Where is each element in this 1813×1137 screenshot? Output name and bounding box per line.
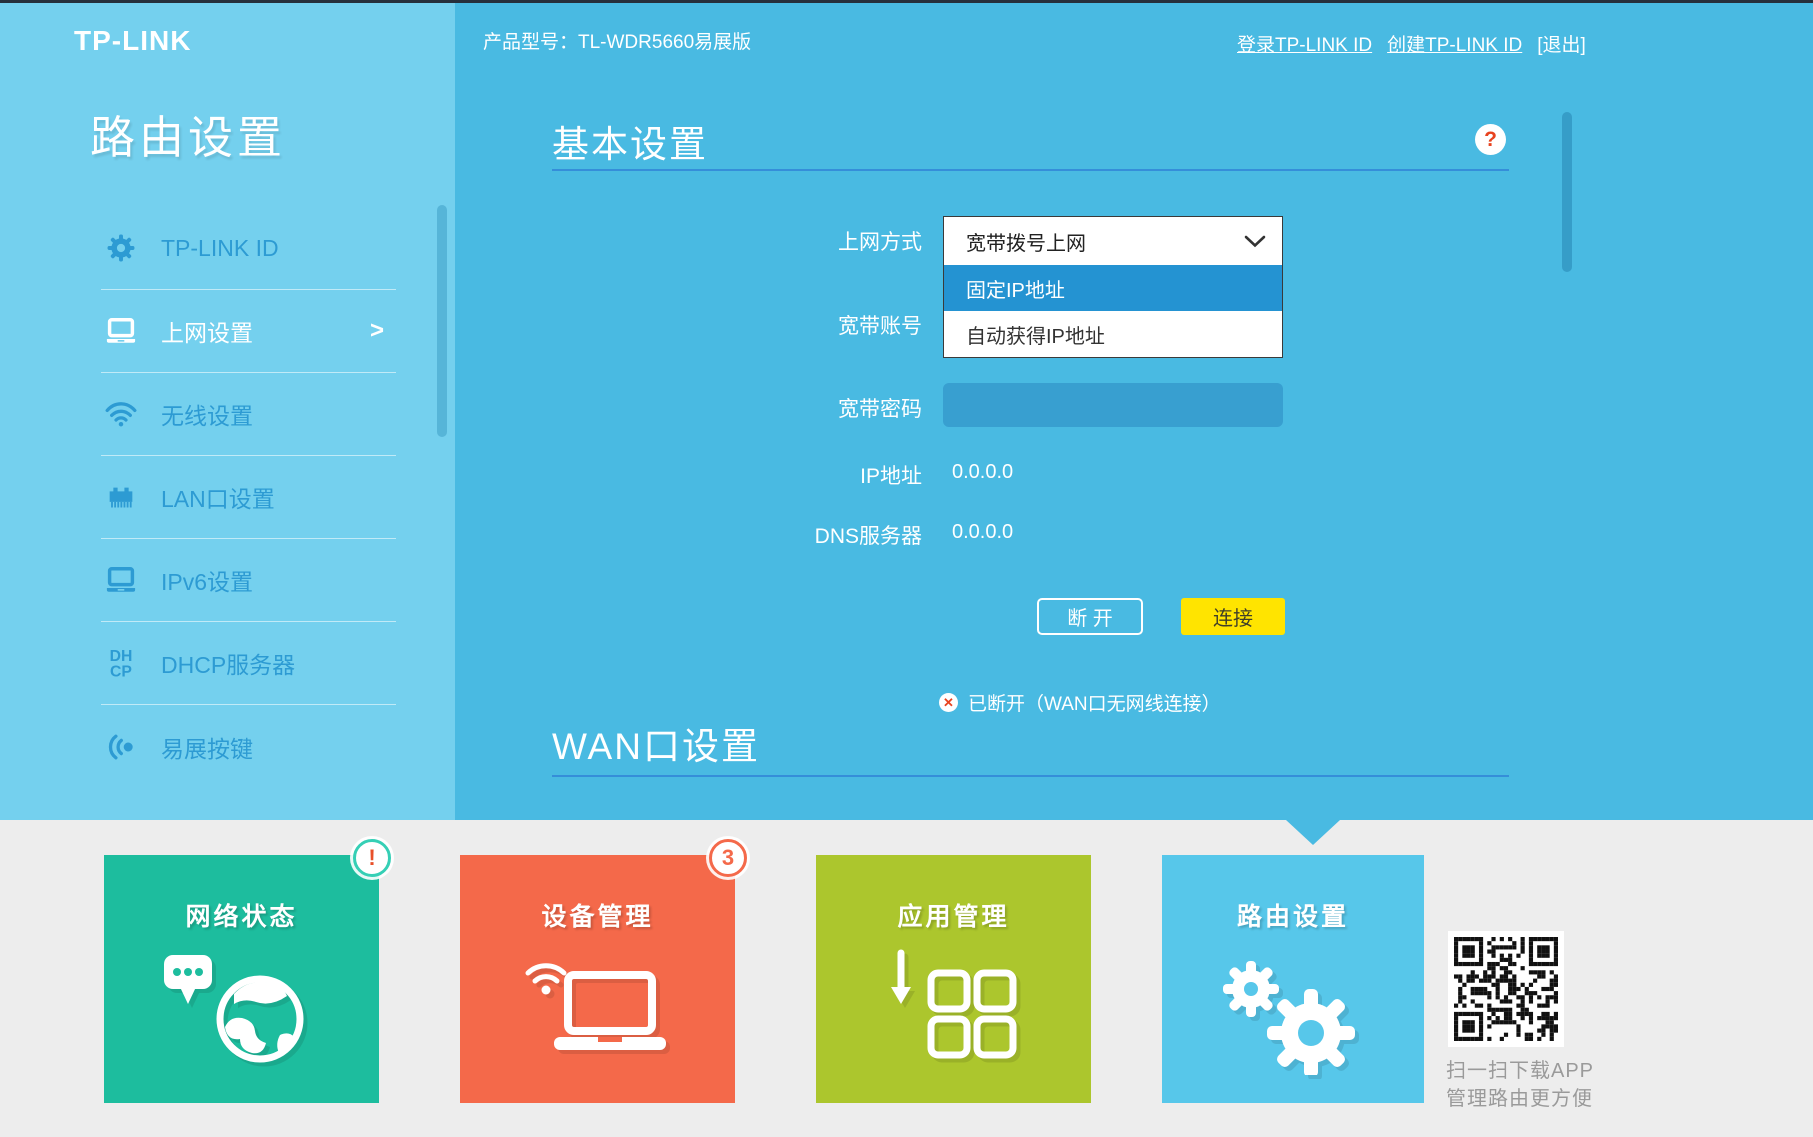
wan-settings-title: WAN口设置 [552, 726, 760, 767]
nav-tile-device-management[interactable]: 3 设备管理 [460, 839, 747, 1103]
internet-mode-dropdown: 固定IP地址 自动获得IP地址 [943, 265, 1283, 358]
dropdown-option-static-ip[interactable]: 固定IP地址 [944, 265, 1282, 311]
sidebar-item-label: 上网设置 [161, 320, 253, 346]
svg-text:CP: CP [110, 664, 132, 681]
qr-caption-line2: 管理路由更方便 [1446, 1088, 1593, 1110]
laptop-wifi-icon [460, 947, 735, 1065]
tile-label: 应用管理 [897, 903, 1010, 931]
section-divider [552, 775, 1509, 777]
laptop-icon [101, 560, 141, 600]
internet-mode-label: 上网方式 [838, 231, 922, 254]
sidebar-item-mesh-button[interactable]: 易展按键 [101, 705, 396, 788]
laptop-icon [101, 311, 141, 351]
main-scrollbar[interactable] [1562, 112, 1572, 272]
sidebar-item-label: LAN口设置 [161, 486, 275, 512]
sidebar-item-label: DHCP服务器 [161, 652, 296, 678]
gear-icon [101, 228, 141, 268]
ip-address-value: 0.0.0.0 [952, 461, 1014, 483]
tile-label: 设备管理 [541, 903, 654, 931]
dhcp-icon: DH CP [101, 643, 141, 683]
sidebar-item-lan-settings[interactable]: LAN口设置 [101, 456, 396, 539]
sidebar-title: 路由设置 [90, 112, 287, 163]
nav-tile-app-management[interactable]: 应用管理 [816, 855, 1091, 1103]
account-links: 登录TP-LINK ID 创建TP-LINK ID [退出] [1237, 30, 1586, 57]
nav-tile-router-settings[interactable]: 路由设置 [1162, 855, 1424, 1103]
sidebar-item-ipv6-settings[interactable]: IPv6设置 [101, 539, 396, 622]
sidebar-item-label: TP-LINK ID [161, 234, 279, 261]
connect-button[interactable]: 连接 [1181, 598, 1285, 635]
router-admin-page: TP-LINK 路由设置 TP-LINK ID 上网设置 > 无线设置 LAN口… [0, 0, 1813, 1137]
disconnect-button[interactable]: 断 开 [1037, 598, 1143, 635]
internet-mode-value: 宽带拨号上网 [966, 232, 1086, 255]
sidebar-item-internet-settings[interactable]: 上网设置 > [101, 290, 396, 373]
sidebar-item-label: 无线设置 [161, 403, 253, 429]
broadband-password-input[interactable] [943, 383, 1283, 427]
tp-link-logo: TP-LINK [74, 25, 192, 56]
sidebar-item-wireless-settings[interactable]: 无线设置 [101, 373, 396, 456]
qr-code [1448, 931, 1564, 1047]
dns-server-label: DNS服务器 [814, 525, 922, 548]
disconnected-x-icon: ✕ [939, 693, 958, 712]
chevron-right-icon: > [369, 317, 384, 344]
svg-text:DH: DH [110, 648, 133, 665]
lan-port-icon [101, 477, 141, 517]
login-tplink-id-link[interactable]: 登录TP-LINK ID [1237, 30, 1372, 57]
alert-badge: ! [353, 839, 391, 877]
sidebar-scrollbar[interactable] [437, 205, 447, 437]
main-panel: 产品型号：TL-WDR5660易展版 登录TP-LINK ID 创建TP-LIN… [455, 3, 1813, 820]
gears-icon [1162, 947, 1424, 1075]
ip-address-label: IP地址 [860, 465, 922, 488]
mesh-icon [101, 727, 141, 767]
dropdown-option-dynamic-ip[interactable]: 自动获得IP地址 [944, 311, 1282, 357]
sidebar-item-dhcp-server[interactable]: DH CP DHCP服务器 [101, 622, 396, 705]
sidebar-item-label: IPv6设置 [161, 569, 254, 595]
wifi-icon [101, 394, 141, 434]
dns-server-value: 0.0.0.0 [952, 521, 1014, 543]
section-divider [552, 169, 1509, 171]
count-badge: 3 [709, 839, 747, 877]
product-model-label: 产品型号：TL-WDR5660易展版 [483, 32, 752, 53]
connection-status: ✕ 已断开（WAN口无网线连接） [939, 689, 1221, 716]
status-text: 已断开（WAN口无网线连接） [968, 694, 1221, 715]
apps-download-icon [816, 947, 1091, 1069]
help-icon[interactable]: ? [1475, 124, 1506, 155]
create-tplink-id-link[interactable]: 创建TP-LINK ID [1387, 30, 1522, 57]
logout-link[interactable]: [退出] [1537, 30, 1586, 57]
active-section-pointer [1286, 820, 1340, 845]
broadband-account-label: 宽带账号 [838, 315, 922, 338]
broadband-password-label: 宽带密码 [838, 398, 922, 421]
chevron-down-icon [1244, 235, 1266, 248]
sidebar-item-label: 易展按键 [161, 735, 253, 762]
tile-label: 网络状态 [185, 903, 298, 931]
bottom-nav-band: ! 网络状态 3 设备管理 应用管理 路由设置 扫一扫下载APP 管理路由更方便 [0, 820, 1813, 1137]
sidebar: TP-LINK 路由设置 TP-LINK ID 上网设置 > 无线设置 LAN口… [0, 3, 455, 820]
tile-label: 路由设置 [1236, 903, 1349, 931]
sidebar-item-tplink-id[interactable]: TP-LINK ID [101, 207, 396, 290]
nav-tile-network-status[interactable]: ! 网络状态 [104, 839, 391, 1103]
basic-settings-title: 基本设置 [552, 124, 708, 165]
qr-caption-line1: 扫一扫下载APP [1446, 1060, 1595, 1082]
internet-mode-select[interactable]: 宽带拨号上网 [943, 216, 1283, 266]
globe-chat-icon [104, 947, 379, 1073]
sidebar-menu: TP-LINK ID 上网设置 > 无线设置 LAN口设置 IPv6设置 DH … [101, 207, 396, 788]
